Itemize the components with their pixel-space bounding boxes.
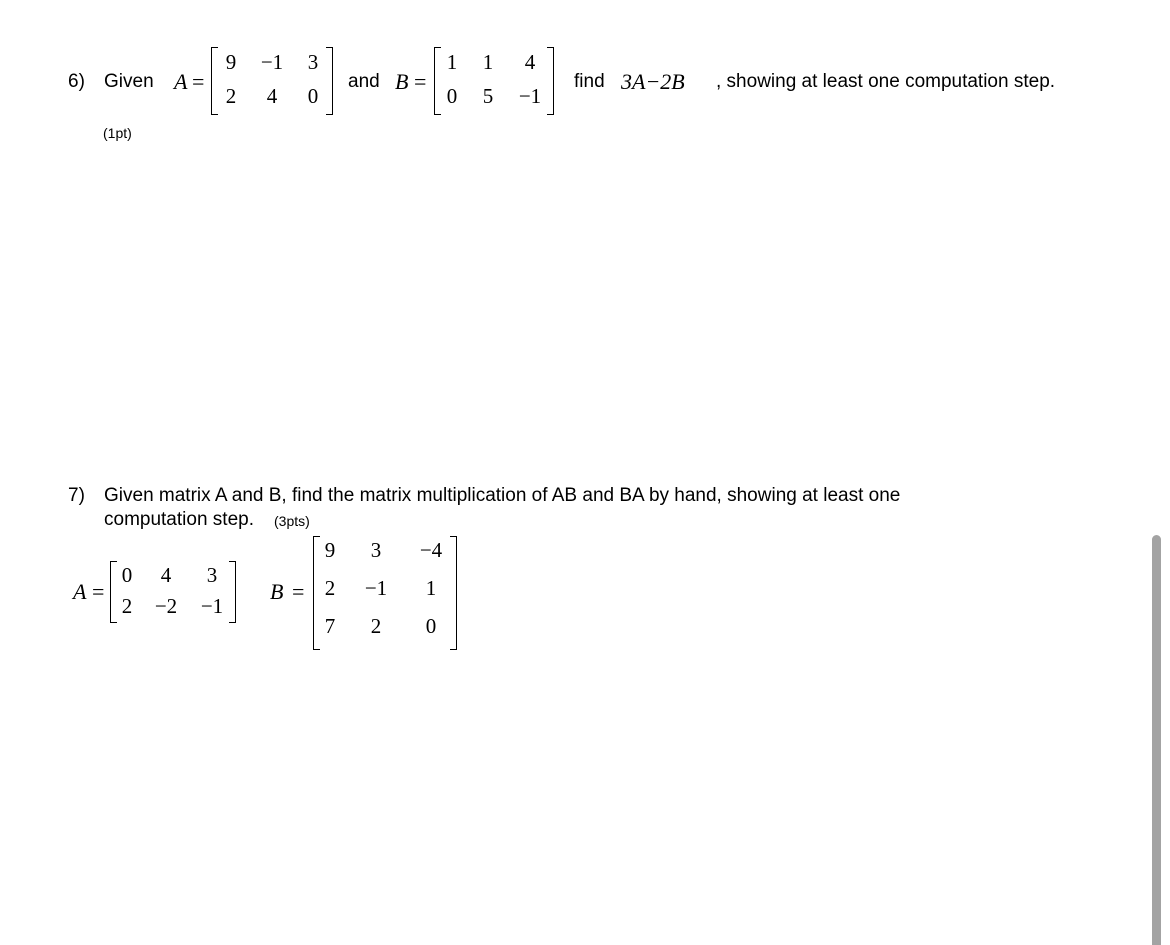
right-bracket xyxy=(450,536,457,650)
q7-line-1: Given matrix A and B, find the matrix mu… xyxy=(104,485,901,506)
q6-expression: 3A−2B xyxy=(621,69,685,94)
q6-equals-a: = xyxy=(192,69,205,94)
left-bracket xyxy=(434,47,441,115)
q6-equals-b: = xyxy=(414,69,427,94)
matrix-cell: 1 xyxy=(482,50,494,74)
q7-number: 7) xyxy=(68,485,85,506)
matrix-cell: 3 xyxy=(370,538,382,562)
right-bracket xyxy=(229,561,236,623)
q6-and-label: and xyxy=(348,71,380,92)
q7-equals-a: = xyxy=(92,579,105,604)
q6-number: 6) xyxy=(68,71,85,92)
q7-equals-b: = xyxy=(292,579,305,604)
q6-instruction: , showing at least one computation step. xyxy=(716,71,1056,92)
matrix-cell: −1 xyxy=(260,50,284,74)
matrix-cell: 4 xyxy=(160,563,172,587)
q6-find-label: find xyxy=(574,71,605,92)
q7-matrix-b: 9 3 −4 2 −1 1 7 2 0 xyxy=(313,536,457,650)
left-bracket xyxy=(110,561,117,623)
matrix-cell: −1 xyxy=(364,576,388,600)
right-bracket xyxy=(547,47,554,115)
q6-matrix-a-label: A xyxy=(174,69,188,94)
q6-matrix-b-label: B xyxy=(395,69,409,94)
right-bracket xyxy=(326,47,333,115)
left-bracket xyxy=(313,536,320,650)
q6-given-label: Given xyxy=(104,71,154,92)
matrix-cell: 5 xyxy=(482,84,494,108)
q7-line-2: computation step. xyxy=(104,509,254,530)
q7-matrix-a-label: A xyxy=(73,579,87,604)
left-bracket xyxy=(211,47,218,115)
vertical-scrollbar[interactable] xyxy=(1152,535,1161,945)
q7-matrix-a: 0 4 3 2 −2 −1 xyxy=(110,561,236,623)
matrix-cell: 2 xyxy=(370,614,382,638)
matrix-cell: −2 xyxy=(154,594,178,618)
q6-points: (1pt) xyxy=(103,125,132,141)
q6-matrix-b: 1 1 4 0 5 −1 xyxy=(434,47,554,115)
q6-matrix-a: 9 −1 3 2 4 0 xyxy=(211,47,333,115)
q7-matrix-b-label: B xyxy=(270,579,284,604)
matrix-cell: 4 xyxy=(266,84,278,108)
q7-points: (3pts) xyxy=(274,513,310,529)
